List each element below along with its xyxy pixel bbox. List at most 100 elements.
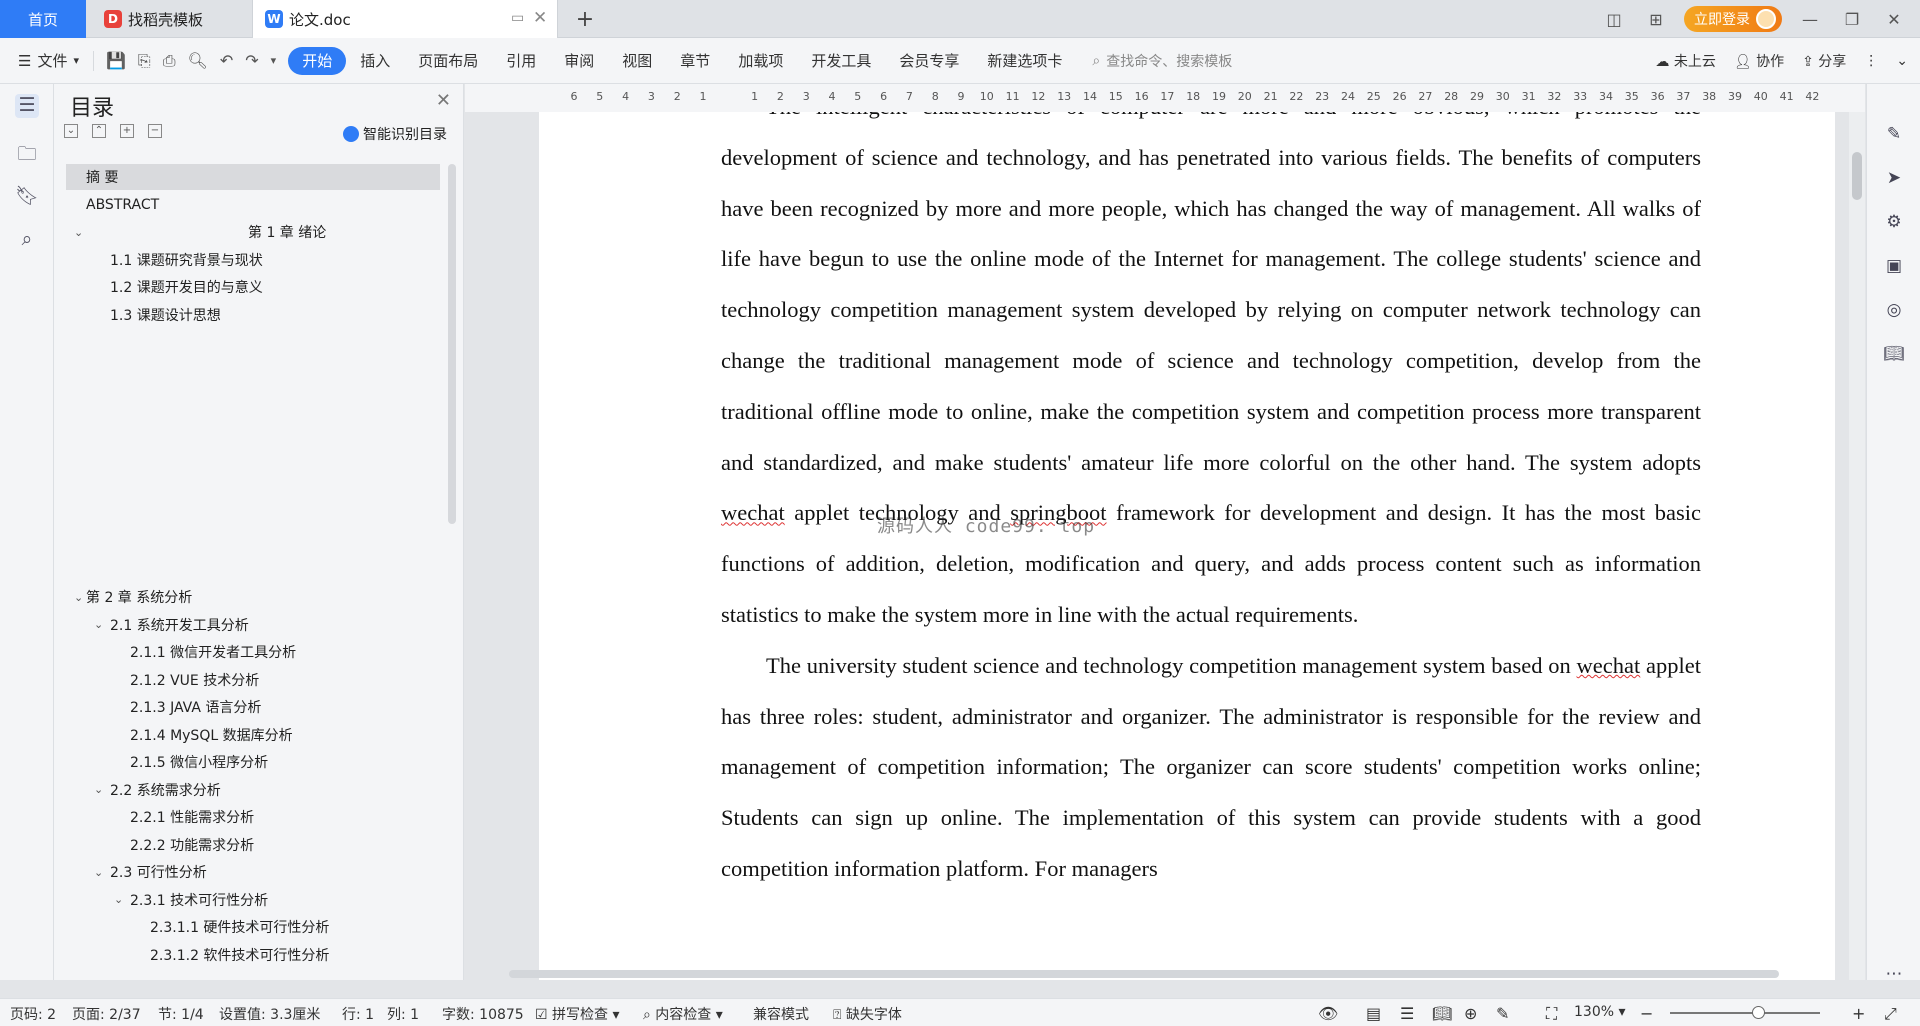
image-icon[interactable]: ▣ — [1883, 256, 1905, 278]
book-icon[interactable]: 📖︎ — [1883, 344, 1905, 366]
toc-item[interactable]: 2.1.2 VUE 技术分析 — [66, 667, 440, 693]
compass-icon[interactable]: ◎ — [1883, 300, 1905, 322]
status-words[interactable]: 字数: 10875 — [442, 1004, 524, 1024]
close-icon[interactable]: ✕ — [436, 90, 451, 111]
zoom-level[interactable]: 130% ▾ — [1574, 1004, 1626, 1020]
file-menu[interactable]: ☰ 文件 ▾ — [0, 50, 93, 71]
folder-icon[interactable]: 🗀 — [15, 140, 39, 165]
ribbon-tab-addins[interactable]: 加载项 — [724, 50, 797, 71]
ribbon-tab-developer[interactable]: 开发工具 — [797, 50, 885, 71]
toc-item[interactable]: ⌄ 2.1 系统开发工具分析 — [66, 612, 440, 638]
toc-item[interactable]: 2.1.3 JAVA 语言分析 — [66, 694, 440, 720]
more-options-icon[interactable]: ⋯ — [1883, 964, 1905, 986]
expand-caret-icon[interactable]: ⌄ — [74, 591, 83, 604]
toc-item[interactable]: ⌄ 2.2 系统需求分析 — [66, 777, 440, 803]
apps-grid-icon[interactable]: ⊞ — [1642, 10, 1670, 29]
bookmark-icon[interactable]: 🔖︎ — [15, 184, 39, 208]
share-button[interactable]: ⇪ 分享 — [1802, 51, 1846, 71]
new-tab-button[interactable]: + — [570, 0, 600, 38]
toc-panel-icon[interactable]: ☰ — [15, 94, 39, 118]
toc-item[interactable]: ⌄ 2.3 可行性分析 — [66, 859, 440, 885]
collab-button[interactable]: 👤︎ 协作 — [1734, 51, 1784, 71]
fit-page-icon[interactable]: ⛶ — [1546, 1004, 1557, 1024]
expand-all-icon[interactable]: ⌄ — [64, 124, 78, 138]
zoom-slider-handle[interactable] — [1752, 1006, 1765, 1019]
export-pdf-icon[interactable]: ⎘ — [138, 51, 151, 71]
web-view-icon[interactable]: ⊕ — [1464, 1004, 1477, 1023]
login-button[interactable]: 立即登录 — [1684, 6, 1782, 32]
ribbon-tab-references[interactable]: 引用 — [492, 50, 550, 71]
toc-item[interactable]: ⌄ 2.3.1 技术可行性分析 — [66, 887, 440, 913]
vertical-scrollbar[interactable] — [1849, 112, 1865, 980]
toc-item[interactable]: 摘 要 — [66, 164, 440, 190]
more-icon[interactable]: ⋮ — [1864, 53, 1878, 69]
page-view-icon[interactable]: ▤ — [1366, 1004, 1381, 1023]
collapse-ribbon-icon[interactable]: ⌄ — [1896, 53, 1908, 69]
zoom-slider[interactable] — [1670, 1012, 1820, 1014]
window-restore-icon[interactable]: ▭ — [511, 10, 524, 26]
cloud-status[interactable]: ☁ 未上云 — [1655, 51, 1715, 71]
toc-item[interactable]: 2.2.1 性能需求分析 — [66, 804, 440, 830]
missing-font-button[interactable]: ⍰ 缺失字体 — [833, 1004, 902, 1024]
tab-document[interactable]: W 论文.doc ▭ ✕ — [252, 0, 558, 38]
toc-item[interactable]: 2.2.2 功能需求分析 — [66, 832, 440, 858]
spellcheck-toggle[interactable]: ☑ 拼写检查 ▾ — [535, 1004, 620, 1024]
close-tab-icon[interactable]: ✕ — [533, 8, 547, 28]
search-panel-icon[interactable]: ⌕ — [15, 228, 39, 252]
write-view-icon[interactable]: ✎ — [1496, 1004, 1509, 1023]
expand-caret-icon[interactable]: ⌄ — [94, 866, 103, 879]
pen-icon[interactable]: ✎ — [1883, 124, 1905, 146]
ribbon-tab-view[interactable]: 视图 — [608, 50, 666, 71]
toc-item[interactable]: 2.3.1.2 软件技术可行性分析 — [66, 942, 440, 968]
collapse-all-icon[interactable]: ⌃ — [92, 124, 106, 138]
toc-scrollbar[interactable] — [448, 164, 456, 524]
scroll-thumb[interactable] — [1852, 152, 1862, 200]
expand-caret-icon[interactable]: ⌄ — [94, 618, 103, 631]
document-page[interactable]: The intelligent characteristics of compu… — [539, 112, 1835, 980]
fullscreen-icon[interactable]: ⤢ — [1884, 1004, 1897, 1024]
toc-item[interactable]: 2.3.1.1 硬件技术可行性分析 — [66, 914, 440, 940]
add-heading-icon[interactable]: + — [120, 124, 134, 138]
ribbon-tab-section[interactable]: 章节 — [666, 50, 724, 71]
restore-icon[interactable]: ❐ — [1838, 10, 1866, 29]
toc-item[interactable]: ABSTRACT — [66, 192, 440, 218]
remove-heading-icon[interactable]: − — [148, 124, 162, 138]
print-preview-icon[interactable]: 🔍︎ — [188, 51, 208, 70]
toc-item[interactable]: 2.1.1 微信开发者工具分析 — [66, 639, 440, 665]
customize-icon[interactable]: ▾ — [271, 54, 277, 67]
eye-icon[interactable]: 👁︎ — [1318, 1004, 1338, 1023]
toc-item[interactable]: 1.3 课题设计思想 — [66, 302, 440, 328]
ribbon-tab-start[interactable]: 开始 — [288, 46, 347, 75]
adjust-icon[interactable]: ⚙ — [1883, 212, 1905, 234]
outline-view-icon[interactable]: ☰ — [1400, 1004, 1414, 1023]
toc-item[interactable]: 2.1.5 微信小程序分析 — [66, 749, 440, 775]
zoom-out-icon[interactable]: − — [1640, 1004, 1653, 1023]
layout-icon[interactable]: ◫ — [1600, 10, 1628, 29]
ribbon-tab-review[interactable]: 审阅 — [550, 50, 608, 71]
smart-toc-button[interactable]: 智能识别目录 — [343, 124, 447, 144]
close-window-icon[interactable]: ✕ — [1880, 10, 1908, 29]
read-view-icon[interactable]: 📖︎ — [1432, 1004, 1452, 1023]
ribbon-tab-new[interactable]: 新建选项卡 — [973, 50, 1076, 71]
expand-caret-icon[interactable]: ⌄ — [94, 783, 103, 796]
toc-item[interactable]: 1.2 课题开发目的与意义 — [66, 274, 440, 300]
expand-caret-icon[interactable]: ⌄ — [74, 226, 83, 239]
tab-home[interactable]: 首页 — [0, 0, 86, 38]
pointer-icon[interactable]: ➤ — [1883, 168, 1905, 190]
zoom-in-icon[interactable]: + — [1852, 1004, 1865, 1023]
horizontal-scrollbar[interactable] — [495, 968, 1795, 980]
toc-item[interactable]: ⌄ 第 2 章 系统分析 — [66, 584, 440, 610]
document-body[interactable]: The intelligent characteristics of compu… — [721, 112, 1701, 895]
command-search[interactable]: ⌕ 查找命令、搜索模板 — [1092, 51, 1232, 71]
print-icon[interactable]: ⎙ — [163, 51, 176, 71]
ribbon-tab-insert[interactable]: 插入 — [346, 50, 404, 71]
save-icon[interactable]: 💾 — [106, 51, 126, 70]
ribbon-tab-member[interactable]: 会员专享 — [885, 50, 973, 71]
ribbon-tab-layout[interactable]: 页面布局 — [404, 50, 492, 71]
tab-template[interactable]: D 找稻壳模板 — [92, 0, 250, 38]
toc-item[interactable]: 1.1 课题研究背景与现状 — [66, 247, 440, 273]
ruler[interactable]: 6 5 4 3 2 1 1 2 3 4 5 6 7 8 9 10 11 12 13 14 15 16 17 18 19 20 21 2… — [465, 84, 1865, 112]
redo-icon[interactable]: ↷ — [245, 51, 258, 70]
toc-item[interactable]: 2.1.4 MySQL 数据库分析 — [66, 722, 440, 748]
undo-icon[interactable]: ↶ — [220, 51, 233, 70]
